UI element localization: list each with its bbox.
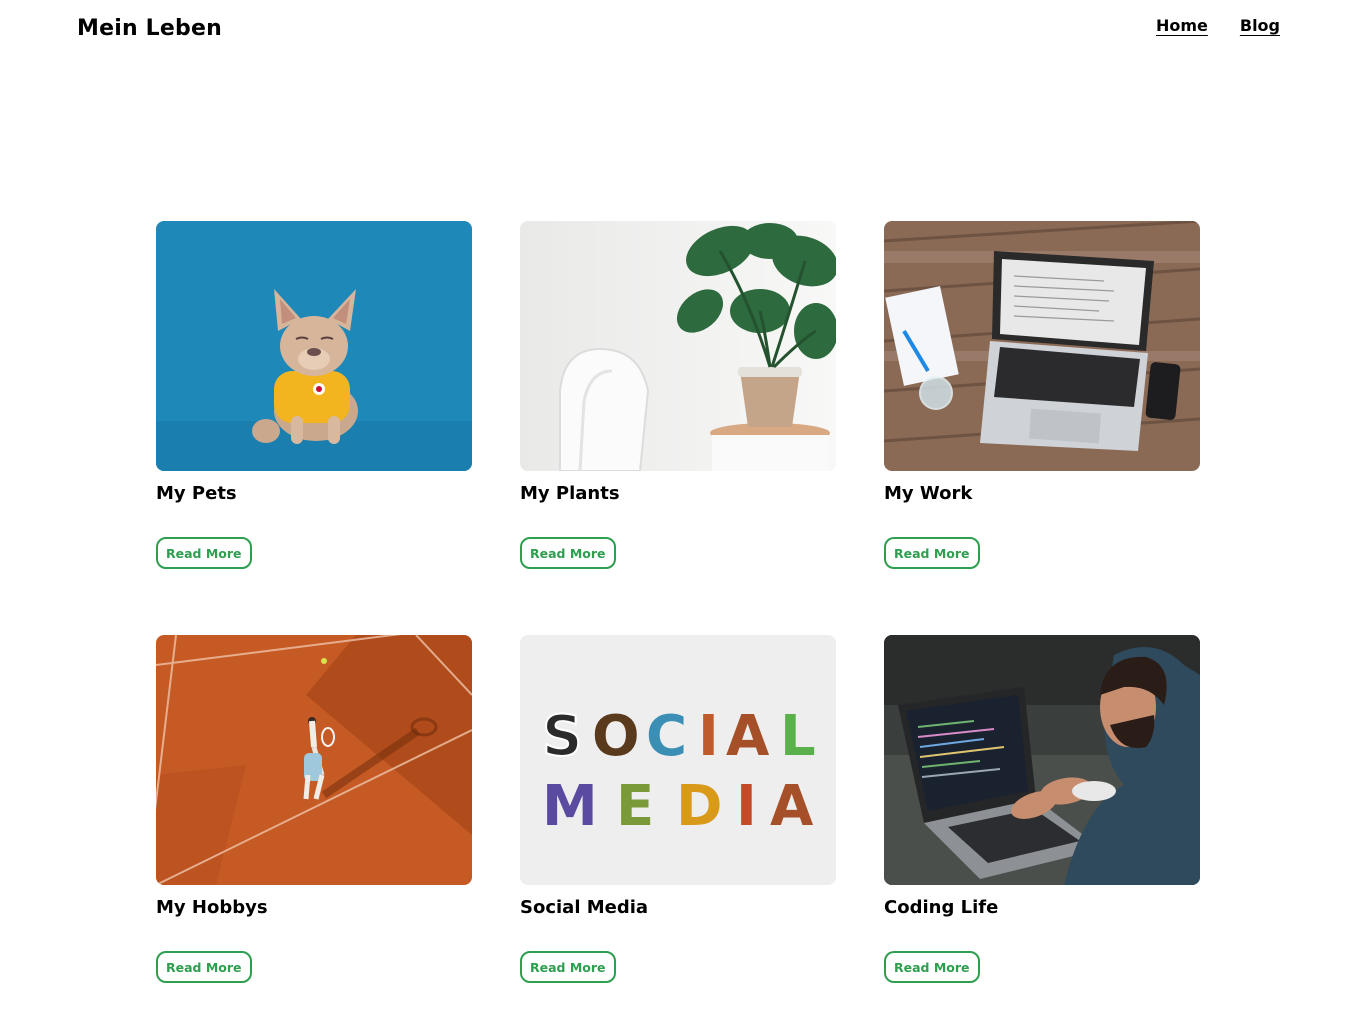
read-more-button[interactable]: Read More — [520, 537, 616, 569]
read-more-button[interactable]: Read More — [884, 537, 980, 569]
svg-text:O: O — [592, 704, 640, 769]
card-my-hobbys: My Hobbys Read More — [156, 635, 472, 987]
card-title: My Plants — [520, 483, 620, 504]
card-image-pets[interactable] — [156, 221, 472, 471]
card-my-pets: My Pets Read More — [156, 221, 472, 573]
card-title: My Hobbys — [156, 897, 268, 918]
svg-text:E: E — [616, 774, 654, 839]
nav-link-blog[interactable]: Blog — [1240, 16, 1280, 35]
site-brand[interactable]: Mein Leben — [77, 16, 222, 41]
card-title: Coding Life — [884, 897, 999, 918]
svg-text:C: C — [646, 704, 687, 769]
nav-link-home[interactable]: Home — [1156, 16, 1208, 35]
card-social-media: S O C I A L M E D I A Social Media Read … — [520, 635, 836, 987]
site-header: Mein Leben Home Blog — [0, 0, 1356, 64]
svg-text:I: I — [736, 774, 757, 839]
card-grid: My Pets Read More My Plants Read More My… — [156, 221, 1200, 987]
svg-text:D: D — [676, 774, 722, 839]
read-more-button[interactable]: Read More — [520, 951, 616, 983]
svg-text:I: I — [698, 704, 719, 769]
card-title: Social Media — [520, 897, 649, 918]
svg-text:S: S — [542, 704, 582, 769]
card-image-hobbys[interactable] — [156, 635, 472, 885]
card-image-coding-life[interactable] — [884, 635, 1200, 885]
read-more-button[interactable]: Read More — [156, 537, 252, 569]
svg-text:A: A — [726, 704, 770, 769]
card-coding-life: Coding Life Read More — [884, 635, 1200, 987]
card-image-work[interactable] — [884, 221, 1200, 471]
svg-text:M: M — [542, 774, 598, 839]
card-title: My Pets — [156, 483, 237, 504]
card-image-social-media[interactable]: S O C I A L M E D I A — [520, 635, 836, 885]
svg-text:A: A — [770, 774, 814, 839]
card-my-plants: My Plants Read More — [520, 221, 836, 573]
main-nav: Home Blog — [1156, 16, 1280, 35]
card-my-work: My Work Read More — [884, 221, 1200, 573]
read-more-button[interactable]: Read More — [884, 951, 980, 983]
card-image-plants[interactable] — [520, 221, 836, 471]
read-more-button[interactable]: Read More — [156, 951, 252, 983]
card-title: My Work — [884, 483, 973, 504]
svg-text:L: L — [780, 704, 816, 769]
